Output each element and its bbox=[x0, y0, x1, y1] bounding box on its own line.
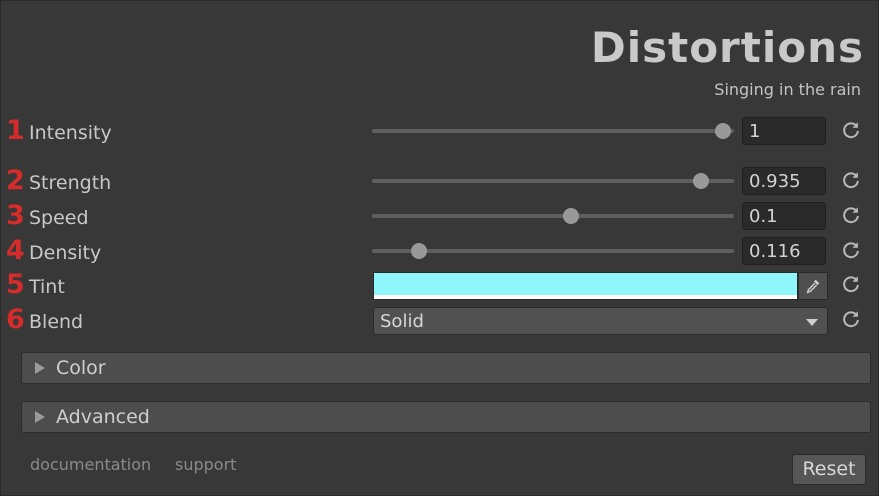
slider-thumb[interactable] bbox=[715, 123, 732, 139]
panel-subtitle: Singing in the rain bbox=[714, 80, 861, 99]
reset-icon[interactable] bbox=[839, 273, 863, 297]
property-number: 1 bbox=[6, 115, 25, 146]
property-label: Blend bbox=[29, 311, 84, 333]
intensity-slider[interactable] bbox=[372, 123, 734, 139]
property-label: Strength bbox=[29, 172, 112, 194]
strength-slider[interactable] bbox=[372, 173, 734, 189]
slider-thumb[interactable] bbox=[563, 208, 580, 224]
density-slider[interactable] bbox=[372, 243, 734, 259]
reset-icon[interactable] bbox=[839, 169, 863, 193]
property-row-intensity: 1 Intensity 1 bbox=[1, 117, 879, 147]
blend-dropdown[interactable]: Solid bbox=[373, 307, 828, 335]
intensity-value-field[interactable]: 1 bbox=[742, 117, 826, 145]
property-row-density: 4 Density 0.116 bbox=[1, 237, 879, 267]
blend-selected-value: Solid bbox=[380, 311, 424, 332]
reset-icon[interactable] bbox=[839, 204, 863, 228]
section-label: Color bbox=[56, 357, 106, 379]
property-label: Tint bbox=[29, 276, 65, 298]
section-advanced-foldout[interactable]: Advanced bbox=[21, 401, 871, 433]
speed-value-field[interactable]: 0.1 bbox=[742, 202, 826, 230]
property-row-tint: 5 Tint bbox=[1, 271, 879, 301]
reset-icon[interactable] bbox=[839, 119, 863, 143]
triangle-right-icon bbox=[35, 411, 45, 423]
tint-color-field[interactable] bbox=[373, 272, 798, 300]
property-row-blend: 6 Blend Solid bbox=[1, 306, 879, 336]
property-number: 4 bbox=[6, 235, 25, 266]
property-number: 2 bbox=[6, 165, 25, 196]
property-number: 3 bbox=[6, 200, 25, 231]
property-number: 5 bbox=[6, 269, 25, 300]
chevron-down-icon bbox=[806, 319, 818, 326]
triangle-right-icon bbox=[35, 362, 45, 374]
distortions-panel: Distortions Singing in the rain 1 Intens… bbox=[0, 0, 879, 496]
property-label: Intensity bbox=[29, 122, 112, 144]
slider-thumb[interactable] bbox=[411, 243, 428, 259]
reset-icon[interactable] bbox=[839, 239, 863, 263]
property-label: Density bbox=[29, 242, 102, 264]
property-row-speed: 3 Speed 0.1 bbox=[1, 202, 879, 232]
property-row-strength: 2 Strength 0.935 bbox=[1, 167, 879, 197]
section-label: Advanced bbox=[56, 406, 150, 428]
documentation-link[interactable]: documentation bbox=[30, 455, 151, 474]
alpha-strip bbox=[374, 295, 797, 299]
property-label: Speed bbox=[29, 207, 89, 229]
panel-title: Distortions bbox=[590, 23, 864, 72]
speed-slider[interactable] bbox=[372, 208, 734, 224]
slider-thumb[interactable] bbox=[693, 173, 710, 189]
section-color-foldout[interactable]: Color bbox=[21, 352, 871, 384]
support-link[interactable]: support bbox=[175, 455, 236, 474]
reset-icon[interactable] bbox=[839, 308, 863, 332]
strength-value-field[interactable]: 0.935 bbox=[742, 167, 826, 195]
density-value-field[interactable]: 0.116 bbox=[742, 237, 826, 265]
property-number: 6 bbox=[6, 304, 25, 335]
reset-all-button[interactable]: Reset bbox=[792, 454, 866, 485]
eyedropper-icon[interactable] bbox=[798, 272, 828, 300]
